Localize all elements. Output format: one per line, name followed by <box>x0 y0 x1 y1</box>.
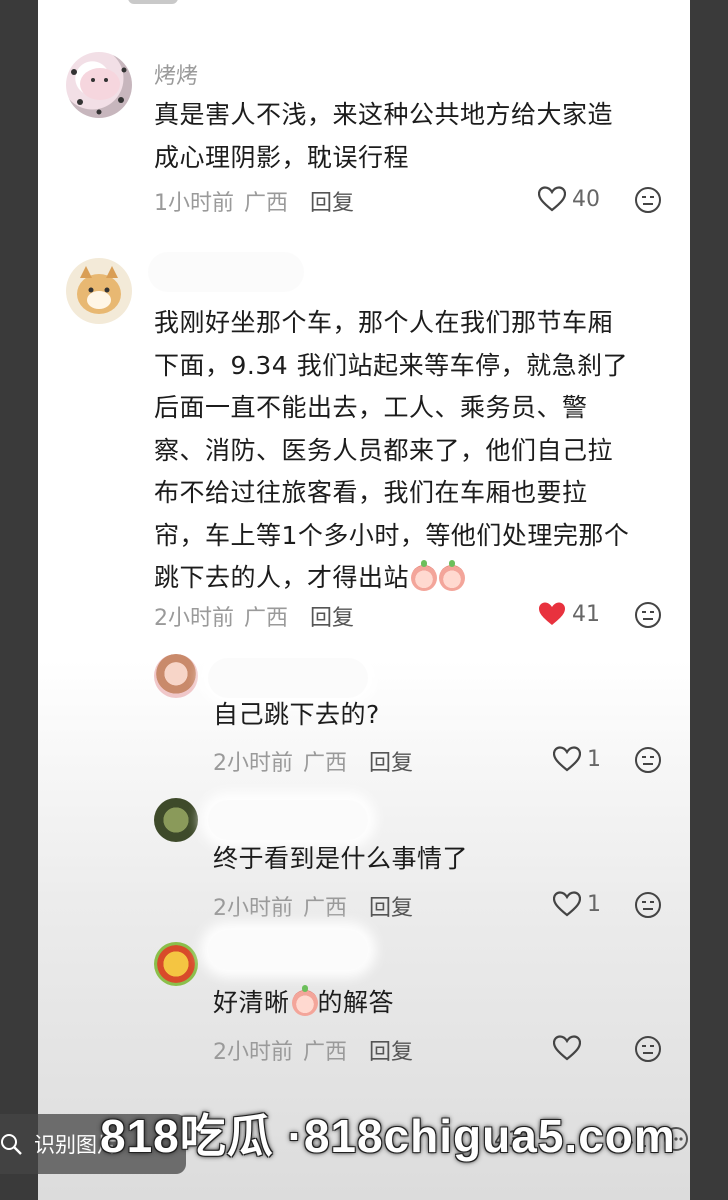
meh-face-icon <box>635 187 661 213</box>
comment-meta: 1小时前 广西 回复 <box>154 185 354 217</box>
comment-line: 我刚好坐那个车，那个人在我们那节车厢 <box>154 308 614 337</box>
heart-outline-icon <box>538 186 566 212</box>
avatar[interactable] <box>154 798 198 842</box>
blushing-emoji-icon <box>291 985 318 1016</box>
crying-emoji-icon <box>439 560 466 591</box>
meh-face-icon <box>635 1036 661 1062</box>
dislike-button[interactable] <box>634 186 662 218</box>
reply-text: 好清晰 的解答 <box>213 982 394 1025</box>
like-count: 1 <box>587 746 601 772</box>
username[interactable]: 烤烤 <box>154 58 198 90</box>
timestamp: 1小时前 <box>154 191 234 216</box>
watermark: 818吃瓜 ·818chigua5.com <box>100 1110 676 1162</box>
location: 广西 <box>303 751 348 776</box>
location: 广西 <box>244 191 289 216</box>
reply-text-part: 好清晰 <box>213 988 290 1017</box>
timestamp: 2小时前 <box>213 1040 293 1065</box>
like-button[interactable] <box>553 1035 587 1061</box>
avatar[interactable] <box>154 654 198 698</box>
top-handle <box>128 0 178 4</box>
blurred-username <box>208 930 368 970</box>
comment-line: 布不给过往旅客看，我们在车厢也要拉 <box>154 478 588 507</box>
like-button[interactable]: 1 <box>553 746 601 772</box>
comment-line: 成心理阴影，耽误行程 <box>154 142 410 172</box>
comment-meta: 2小时前 广西 回复 <box>213 1034 413 1066</box>
timestamp: 2小时前 <box>213 751 293 776</box>
comment-line: 帘，车上等1个多小时，等他们处理完那个 <box>154 520 630 550</box>
comment-line: 下面，9.34 我们站起来等车停，就急刹了 <box>154 350 629 380</box>
crying-emoji-icon <box>411 560 438 591</box>
comment-text: 我刚好坐那个车，那个人在我们那节车厢 下面，9.34 我们站起来等车停，就急刹了… <box>154 302 684 600</box>
meh-face-icon <box>635 747 661 773</box>
dislike-button[interactable] <box>634 891 662 923</box>
reply-button[interactable]: 回复 <box>310 185 354 217</box>
avatar[interactable] <box>154 942 198 986</box>
heart-filled-icon <box>539 602 565 625</box>
comment-line: 后面一直不能出去，工人、乘务员、警 <box>154 393 588 422</box>
comment-line: 跳下去的人，才得出站 <box>154 557 684 600</box>
comment-text: 真是害人不浅，来这种公共地方给大家造 成心理阴影，耽误行程 <box>154 94 674 179</box>
blurred-username <box>208 658 368 698</box>
reply-button[interactable]: 回复 <box>369 890 413 922</box>
blurred-username <box>148 252 304 292</box>
like-button[interactable]: 41 <box>538 601 600 627</box>
like-button[interactable]: 1 <box>553 891 601 917</box>
reply-button[interactable]: 回复 <box>369 745 413 777</box>
dislike-button[interactable] <box>634 1035 662 1067</box>
like-count: 40 <box>572 186 600 212</box>
location: 广西 <box>244 606 289 631</box>
reply-button[interactable]: 回复 <box>369 1034 413 1066</box>
dislike-button[interactable] <box>634 601 662 633</box>
comment-meta: 2小时前 广西 回复 <box>154 600 354 632</box>
location: 广西 <box>303 1040 348 1065</box>
timestamp: 2小时前 <box>154 606 234 631</box>
avatar[interactable] <box>66 52 132 118</box>
location: 广西 <box>303 896 348 921</box>
reply-text-part: 的解答 <box>317 988 395 1017</box>
comment-line: 真是害人不浅，来这种公共地方给大家造 <box>154 100 614 129</box>
comment-line: 察、消防、医务人员都来了，他们自己拉 <box>154 435 614 465</box>
like-count: 1 <box>587 891 601 917</box>
meh-face-icon <box>635 602 661 628</box>
avatar[interactable] <box>66 258 132 324</box>
blurred-username <box>208 800 368 840</box>
comment-line-text: 跳下去的人，才得出站 <box>154 563 410 592</box>
reply-button[interactable]: 回复 <box>310 600 354 632</box>
comment-panel: 烤烤 真是害人不浅，来这种公共地方给大家造 成心理阴影，耽误行程 1小时前 广西… <box>38 0 690 1200</box>
reply-text: 自己跳下去的? <box>213 700 380 729</box>
comment-meta: 2小时前 广西 回复 <box>213 745 413 777</box>
heart-outline-icon <box>553 891 581 917</box>
scan-icon <box>1 1134 22 1155</box>
reply-text: 终于看到是什么事情了 <box>213 844 469 873</box>
meh-face-icon <box>635 892 661 918</box>
like-button[interactable]: 40 <box>538 186 600 212</box>
heart-outline-icon <box>553 1035 581 1061</box>
dislike-button[interactable] <box>634 746 662 778</box>
like-count: 41 <box>572 601 600 627</box>
comment-meta: 2小时前 广西 回复 <box>213 890 413 922</box>
heart-outline-icon <box>553 746 581 772</box>
timestamp: 2小时前 <box>213 896 293 921</box>
